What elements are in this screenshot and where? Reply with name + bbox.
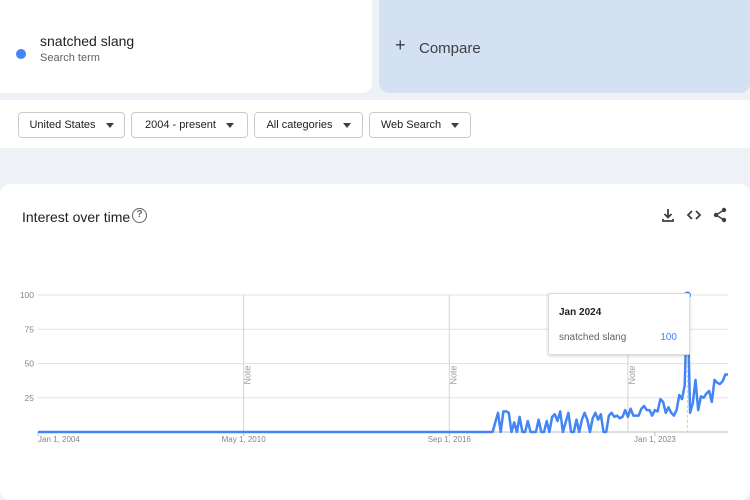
filter-bar: United States 2004 - present All categor… bbox=[0, 100, 750, 148]
interest-over-time-card: Interest over time ? 25 50 75 100 Jan 1, 200… bbox=[0, 184, 750, 500]
x-tick-label: Jan 1, 2023 bbox=[634, 435, 676, 444]
search-term-label: Search term bbox=[40, 52, 100, 64]
y-tick-label: 75 bbox=[25, 324, 35, 334]
time-range-label: 2004 - present bbox=[145, 119, 216, 131]
note-label: Note bbox=[448, 365, 458, 384]
chart-tooltip: Jan 2024 snatched slang 100 bbox=[548, 293, 690, 355]
y-tick-label: 50 bbox=[25, 359, 35, 369]
dropdown-caret-icon bbox=[225, 122, 234, 128]
tooltip-date: Jan 2024 bbox=[559, 307, 602, 318]
tooltip-value: 100 bbox=[660, 332, 677, 343]
search-term-name[interactable]: snatched slang bbox=[40, 33, 134, 49]
plus-icon: + bbox=[395, 35, 406, 55]
compare-button[interactable]: + Compare bbox=[379, 0, 750, 93]
search-type-dropdown[interactable]: Web Search bbox=[369, 112, 471, 138]
x-tick-label: May 1, 2010 bbox=[222, 435, 267, 444]
y-tick-label: 100 bbox=[20, 290, 34, 300]
dropdown-caret-icon bbox=[451, 122, 460, 128]
dropdown-caret-icon bbox=[105, 122, 114, 128]
search-type-label: Web Search bbox=[380, 119, 442, 131]
note-label: Note bbox=[243, 365, 253, 384]
dropdown-caret-icon bbox=[342, 122, 351, 128]
category-label: All categories bbox=[266, 119, 333, 131]
note-label: Note bbox=[627, 365, 637, 384]
series-color-dot bbox=[16, 49, 26, 59]
region-label: United States bbox=[29, 119, 96, 131]
category-dropdown[interactable]: All categories bbox=[254, 112, 363, 138]
search-term-card[interactable]: snatched slang Search term bbox=[0, 0, 372, 93]
tooltip-term: snatched slang bbox=[559, 332, 627, 343]
compare-label: Compare bbox=[419, 40, 481, 57]
y-tick-label: 25 bbox=[25, 393, 35, 403]
region-dropdown[interactable]: United States bbox=[18, 112, 125, 138]
x-tick-label: Jan 1, 2004 bbox=[38, 435, 80, 444]
x-tick-label: Sep 1, 2016 bbox=[428, 435, 472, 444]
time-range-dropdown[interactable]: 2004 - present bbox=[131, 112, 248, 138]
